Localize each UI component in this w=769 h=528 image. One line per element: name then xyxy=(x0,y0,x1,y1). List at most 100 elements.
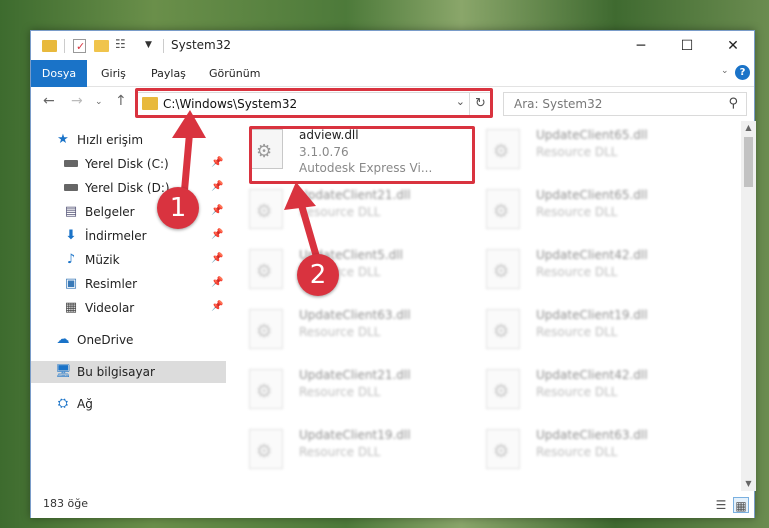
drive-icon xyxy=(63,156,79,172)
sidebar-item-quick-access[interactable]: ★ Hızlı erişim xyxy=(31,129,226,151)
file-name: UpdateClient63.dll xyxy=(536,428,648,442)
pin-icon[interactable]: 📌 xyxy=(211,301,223,312)
sidebar-item-label: OneDrive xyxy=(77,333,134,347)
customize-toolbar-icon[interactable]: ☷ xyxy=(115,37,133,55)
file-type: Resource DLL xyxy=(536,325,618,339)
file-item[interactable]: ⚙ UpdateClient63.dll Resource DLL xyxy=(468,421,698,477)
pictures-icon: ▣ xyxy=(64,276,78,291)
divider xyxy=(163,39,164,53)
download-icon: ⬇ xyxy=(65,228,77,243)
sidebar-item-network[interactable]: ⛭ Ağ xyxy=(31,393,226,415)
sidebar-item-this-pc[interactable]: 🖥 Bu bilgisayar xyxy=(31,361,226,383)
file-item[interactable]: ⚙ UpdateClient42.dll Resource DLL xyxy=(468,361,698,417)
file-type: Resource DLL xyxy=(536,145,618,159)
file-type: Resource DLL xyxy=(299,445,381,459)
divider xyxy=(64,39,65,53)
file-item[interactable]: ⚙ UpdateClient65.dll Resource DLL xyxy=(468,181,698,237)
file-highlight-box xyxy=(249,126,475,184)
file-type: Resource DLL xyxy=(536,385,618,399)
scroll-thumb[interactable] xyxy=(744,137,753,187)
file-name: UpdateClient63.dll xyxy=(299,308,411,322)
dll-file-icon: ⚙ xyxy=(249,369,283,409)
maximize-button[interactable]: ☐ xyxy=(664,31,710,60)
window-title: System32 xyxy=(171,38,232,52)
dll-file-icon: ⚙ xyxy=(249,429,283,469)
network-icon: ⛭ xyxy=(57,396,69,411)
recent-locations-icon[interactable]: ⌄ xyxy=(95,97,103,107)
new-folder-icon[interactable] xyxy=(93,37,111,55)
search-icon[interactable]: ⚲ xyxy=(728,96,738,111)
dll-file-icon: ⚙ xyxy=(486,189,520,229)
sidebar-item-local-disk-c[interactable]: Yerel Disk (C:) 📌 xyxy=(31,153,226,175)
sidebar-item-label: Ağ xyxy=(77,397,93,411)
file-item[interactable]: ⚙ UpdateClient21.dll Resource DLL xyxy=(231,181,461,237)
file-item[interactable]: ⚙ UpdateClient19.dll Resource DLL xyxy=(468,301,698,357)
details-view-icon[interactable]: ☰ xyxy=(713,497,729,513)
scroll-down-icon[interactable]: ▼ xyxy=(741,477,756,491)
file-name: UpdateClient21.dll xyxy=(299,188,411,202)
navigation-bar: ← → ⌄ ↑ C:\Windows\System32 ⌄ ↻ Ara: Sys… xyxy=(31,87,754,121)
properties-icon[interactable]: ✓ xyxy=(71,37,89,55)
forward-icon[interactable]: → xyxy=(71,93,83,109)
address-highlight-box xyxy=(135,88,493,118)
dll-file-icon: ⚙ xyxy=(486,369,520,409)
sidebar-item-label: İndirmeler xyxy=(85,229,147,243)
vertical-scrollbar[interactable]: ▲ ▼ xyxy=(741,121,756,491)
pin-icon[interactable]: 📌 xyxy=(211,205,223,216)
sidebar-item-label: Müzik xyxy=(85,253,120,267)
expand-ribbon-icon[interactable]: ⌄ xyxy=(721,66,729,76)
sidebar-item-pictures[interactable]: ▣ Resimler 📌 xyxy=(31,273,226,295)
back-icon[interactable]: ← xyxy=(43,93,55,109)
pin-icon[interactable]: 📌 xyxy=(211,277,223,288)
sidebar-item-label: Belgeler xyxy=(85,205,135,219)
sidebar-item-label: Bu bilgisayar xyxy=(77,365,155,379)
file-name: UpdateClient65.dll xyxy=(536,128,648,142)
sidebar-item-local-disk-d[interactable]: Yerel Disk (D:) 📌 xyxy=(31,177,226,199)
file-item[interactable]: ⚙ UpdateClient19.dll Resource DLL xyxy=(231,421,461,477)
scroll-up-icon[interactable]: ▲ xyxy=(741,121,756,135)
chevron-down-icon[interactable]: ▼ xyxy=(145,40,163,58)
computer-icon: 🖥 xyxy=(55,364,72,379)
tab-view[interactable]: Görünüm xyxy=(199,60,270,87)
sidebar-item-label: Yerel Disk (D:) xyxy=(85,181,170,195)
file-name: UpdateClient65.dll xyxy=(536,188,648,202)
folder-icon[interactable] xyxy=(41,37,59,55)
sidebar-item-videos[interactable]: ▦ Videolar 📌 xyxy=(31,297,226,319)
sidebar-item-downloads[interactable]: ⬇ İndirmeler 📌 xyxy=(31,225,226,247)
tab-file[interactable]: Dosya xyxy=(31,60,87,87)
file-name: UpdateClient19.dll xyxy=(536,308,648,322)
file-item[interactable]: ⚙ UpdateClient63.dll Resource DLL xyxy=(231,301,461,357)
star-icon: ★ xyxy=(57,132,69,147)
title-bar: ✓ ☷ ▼ System32 ─ ☐ ✕ xyxy=(31,31,754,60)
file-item[interactable]: ⚙ UpdateClient42.dll Resource DLL xyxy=(468,241,698,297)
pin-icon[interactable]: 📌 xyxy=(211,253,223,264)
file-item[interactable]: ⚙ UpdateClient21.dll Resource DLL xyxy=(231,361,461,417)
file-item[interactable]: ⚙ UpdateClient65.dll Resource DLL xyxy=(468,121,698,177)
dll-file-icon: ⚙ xyxy=(486,309,520,349)
search-input[interactable]: Ara: System32 ⚲ xyxy=(503,92,747,116)
sidebar-item-onedrive[interactable]: ☁ OneDrive xyxy=(31,329,226,351)
dll-file-icon: ⚙ xyxy=(249,189,283,229)
sidebar-item-label: Resimler xyxy=(85,277,138,291)
cloud-icon: ☁ xyxy=(56,332,70,347)
file-item[interactable]: ⚙ UpdateClient5.dll Resource DLL xyxy=(231,241,461,297)
step-2-badge: 2 xyxy=(297,254,339,296)
tab-home[interactable]: Giriş xyxy=(91,60,136,87)
large-icons-view-icon[interactable]: ▦ xyxy=(733,497,749,513)
sidebar-item-music[interactable]: ♪ Müzik 📌 xyxy=(31,249,226,271)
minimize-button[interactable]: ─ xyxy=(618,31,664,60)
pin-icon[interactable]: 📌 xyxy=(211,157,223,168)
sidebar-item-label: Hızlı erişim xyxy=(77,133,144,147)
tab-share[interactable]: Paylaş xyxy=(141,60,196,87)
step-1-badge: 1 xyxy=(157,187,199,229)
close-button[interactable]: ✕ xyxy=(710,31,756,60)
videos-icon: ▦ xyxy=(64,300,78,315)
sidebar-item-label: Videolar xyxy=(85,301,135,315)
up-icon[interactable]: ↑ xyxy=(115,93,127,109)
file-name: UpdateClient21.dll xyxy=(299,368,411,382)
pin-icon[interactable]: 📌 xyxy=(211,181,223,192)
file-name: UpdateClient42.dll xyxy=(536,368,648,382)
help-icon[interactable]: ? xyxy=(735,65,750,80)
file-type: Resource DLL xyxy=(299,205,381,219)
pin-icon[interactable]: 📌 xyxy=(211,229,223,240)
